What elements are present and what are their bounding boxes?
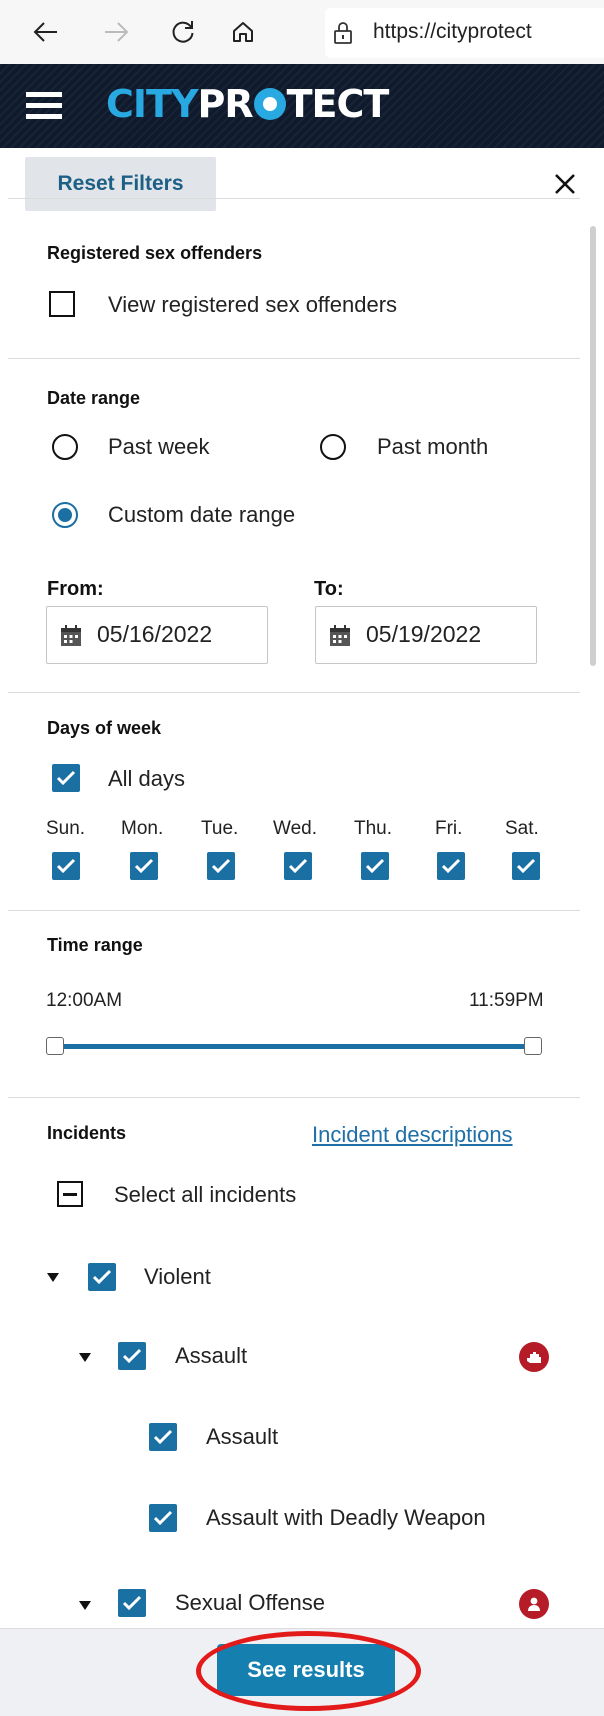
- day-label-sun: Sun.: [46, 818, 86, 839]
- calendar-icon: [59, 624, 83, 653]
- back-icon[interactable]: [26, 12, 66, 52]
- time-range-end: 11:59PM: [469, 990, 544, 1011]
- custom-date-range-label: Custom date range: [108, 502, 296, 527]
- annotation-circle: [196, 1631, 421, 1711]
- site-header: CITYPR TECT: [0, 64, 604, 148]
- day-checkbox-tue[interactable]: [207, 852, 235, 880]
- all-days-checkbox[interactable]: [52, 764, 80, 792]
- collapse-violent-icon[interactable]: [47, 1273, 59, 1282]
- time-range-start-handle[interactable]: [46, 1037, 64, 1055]
- sex-offenders-label: View registered sex offenders: [108, 292, 398, 317]
- day-label-fri: Fri.: [435, 818, 463, 839]
- assault-group-checkbox[interactable]: [118, 1342, 146, 1370]
- forward-icon[interactable]: [96, 12, 136, 52]
- url-text[interactable]: https://cityprotect: [373, 20, 532, 44]
- past-week-label: Past week: [108, 434, 210, 459]
- incident-descriptions-link[interactable]: Incident descriptions: [312, 1122, 513, 1148]
- custom-date-range-radio[interactable]: [52, 502, 78, 528]
- day-label-wed: Wed.: [273, 818, 318, 839]
- assault-fist-icon: [519, 1342, 549, 1372]
- from-label: From:: [47, 578, 104, 600]
- past-month-label: Past month: [377, 434, 489, 459]
- from-date-input[interactable]: 05/16/2022: [46, 606, 268, 664]
- day-checkbox-sun[interactable]: [52, 852, 80, 880]
- all-days-label: All days: [108, 766, 186, 791]
- divider: [8, 198, 580, 199]
- past-month-radio[interactable]: [320, 434, 346, 460]
- violent-checkbox[interactable]: [88, 1263, 116, 1291]
- time-range-track[interactable]: [54, 1044, 532, 1049]
- lock-icon: [333, 21, 353, 50]
- assault-checkbox[interactable]: [149, 1423, 177, 1451]
- to-label: To:: [314, 578, 344, 600]
- day-checkbox-wed[interactable]: [284, 852, 312, 880]
- collapse-assault-icon[interactable]: [79, 1353, 91, 1362]
- day-checkbox-thu[interactable]: [361, 852, 389, 880]
- sexual-offense-icon: [519, 1589, 549, 1619]
- browser-toolbar: https://cityprotect: [0, 0, 604, 64]
- to-date-input[interactable]: 05/19/2022: [315, 606, 537, 664]
- scrollbar[interactable]: [590, 226, 596, 666]
- from-date-value: 05/16/2022: [97, 621, 213, 647]
- to-date-value: 05/19/2022: [366, 621, 482, 647]
- incidents-heading: Incidents: [47, 1123, 127, 1143]
- day-label-tue: Tue.: [201, 818, 239, 839]
- time-range-heading: Time range: [47, 935, 143, 955]
- day-label-thu: Thu.: [354, 818, 393, 839]
- refresh-icon[interactable]: [163, 12, 203, 52]
- past-week-radio[interactable]: [52, 434, 78, 460]
- day-checkbox-mon[interactable]: [130, 852, 158, 880]
- day-label-mon: Mon.: [121, 818, 164, 839]
- assault-deadly-weapon-checkbox[interactable]: [149, 1504, 177, 1532]
- divider: [8, 910, 580, 911]
- date-range-heading: Date range: [47, 388, 141, 408]
- cityprotect-logo[interactable]: CITYPR TECT: [106, 82, 389, 126]
- close-icon[interactable]: [548, 167, 582, 201]
- sexual-offense-label: Sexual Offense: [175, 1590, 326, 1615]
- calendar-icon: [328, 624, 352, 653]
- days-of-week-heading: Days of week: [47, 718, 162, 738]
- time-range-start: 12:00AM: [46, 990, 123, 1011]
- home-icon[interactable]: [223, 12, 263, 52]
- select-all-incidents-checkbox[interactable]: [57, 1181, 83, 1207]
- sex-offenders-checkbox[interactable]: [49, 291, 75, 317]
- assault-deadly-weapon-label: Assault with Deadly Weapon: [206, 1505, 486, 1530]
- violent-label: Violent: [144, 1264, 211, 1289]
- hamburger-menu-icon[interactable]: [26, 92, 62, 120]
- day-checkbox-fri[interactable]: [437, 852, 465, 880]
- reset-filters-button[interactable]: Reset Filters: [25, 157, 216, 211]
- divider: [8, 1097, 580, 1098]
- collapse-sexual-offense-icon[interactable]: [79, 1601, 91, 1610]
- day-checkbox-sat[interactable]: [512, 852, 540, 880]
- sex-offenders-heading: Registered sex offenders: [47, 243, 263, 263]
- assault-group-label: Assault: [175, 1343, 248, 1368]
- divider: [8, 692, 580, 693]
- assault-label: Assault: [206, 1424, 279, 1449]
- select-all-incidents-label: Select all incidents: [114, 1182, 297, 1207]
- day-label-sat: Sat.: [505, 818, 539, 839]
- sexual-offense-checkbox[interactable]: [118, 1589, 146, 1617]
- divider: [8, 358, 580, 359]
- time-range-end-handle[interactable]: [524, 1037, 542, 1055]
